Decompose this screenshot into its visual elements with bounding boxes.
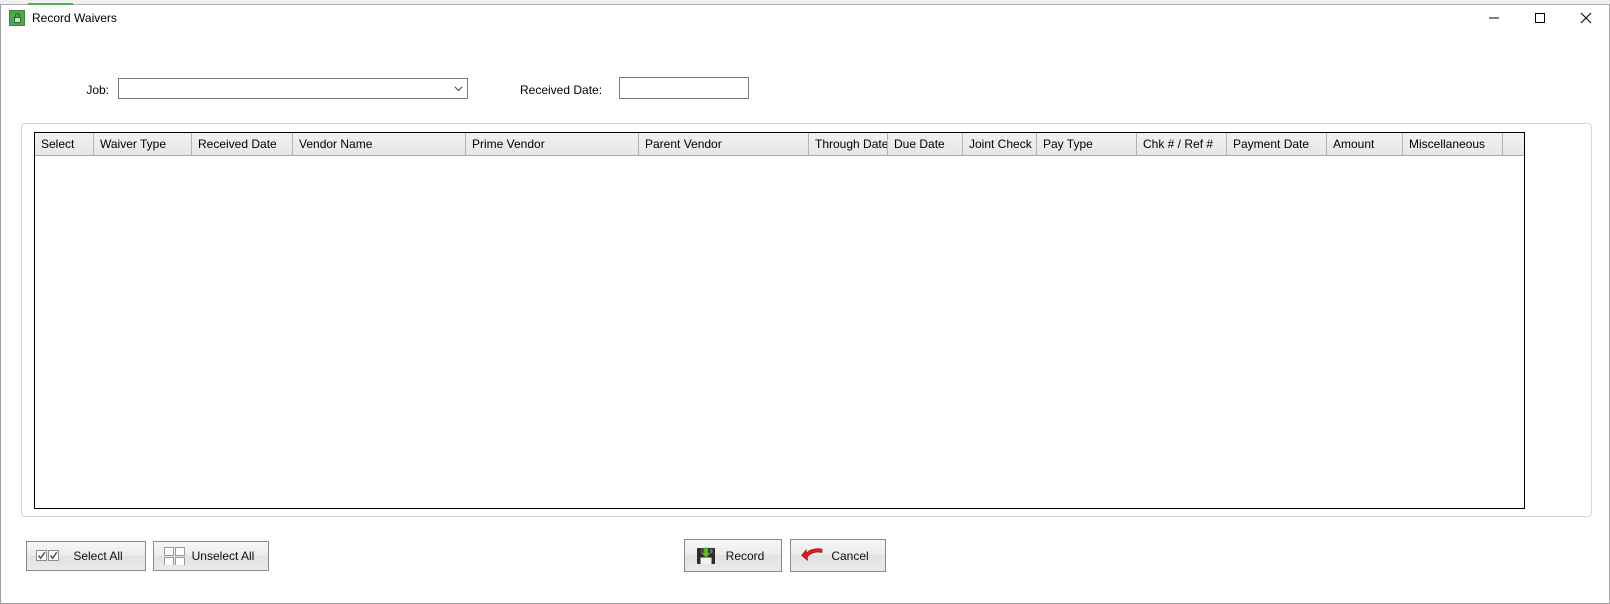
window-controls — [1471, 5, 1609, 31]
window-title: Record Waivers — [32, 11, 117, 25]
record-label: Record — [725, 548, 765, 563]
grid-header-row: Select Waiver Type Received Date Vendor Nam… — [35, 133, 1524, 156]
grid-column-header-due-date[interactable]: Due Date — [888, 133, 963, 155]
grid-column-header-amount[interactable]: Amount — [1327, 133, 1403, 155]
grid-column-header-prime-vendor[interactable]: Prime Vendor — [466, 133, 639, 155]
green-lock-icon — [9, 10, 25, 26]
form-fields: Job: Received Date: — [1, 31, 1609, 101]
red-back-arrow-icon — [799, 547, 825, 565]
grid-column-header-waiver-type[interactable]: Waiver Type — [94, 133, 192, 155]
job-select[interactable] — [118, 78, 468, 99]
minimize-icon — [1489, 17, 1499, 19]
grid-column-header-through-date[interactable]: Through Date — [809, 133, 888, 155]
grid-column-header-payment-date[interactable]: Payment Date — [1227, 133, 1327, 155]
grid-column-header-filler[interactable] — [1503, 133, 1524, 155]
grid-column-header-pay-type[interactable]: Pay Type — [1037, 133, 1137, 155]
unselect-all-label: Unselect All — [191, 549, 255, 563]
waivers-grid-panel: Select Waiver Type Received Date Vendor Nam… — [21, 123, 1592, 517]
chevron-down-icon[interactable] — [450, 79, 467, 98]
maximize-button[interactable] — [1517, 5, 1563, 31]
grid-column-header-vendor-name[interactable]: Vendor Name — [293, 133, 466, 155]
grid-column-header-miscellaneous[interactable]: Miscellaneous — [1403, 133, 1503, 155]
save-floppy-icon — [693, 546, 719, 566]
minimize-button[interactable] — [1471, 5, 1517, 31]
grid-column-header-joint-check[interactable]: Joint Check — [963, 133, 1037, 155]
waivers-data-grid[interactable]: Select Waiver Type Received Date Vendor Nam… — [34, 132, 1525, 509]
grid-column-header-parent-vendor[interactable]: Parent Vendor — [639, 133, 809, 155]
record-waivers-window: Record Waivers Job: Received Date: Selec… — [0, 5, 1610, 604]
grid-body-empty[interactable] — [35, 156, 1524, 508]
received-date-label: Received Date: — [520, 83, 603, 97]
record-button[interactable]: Record — [684, 539, 782, 572]
unselect-all-button[interactable]: Unselect All — [153, 541, 269, 571]
job-label: Job: — [86, 83, 109, 97]
checked-checkboxes-icon — [35, 549, 61, 563]
cancel-button[interactable]: Cancel — [790, 539, 886, 572]
cancel-label: Cancel — [831, 548, 869, 563]
title-bar: Record Waivers — [1, 5, 1609, 31]
received-date-input[interactable] — [619, 77, 749, 99]
grid-column-header-chk-ref[interactable]: Chk # / Ref # — [1137, 133, 1227, 155]
select-all-button[interactable]: Select All — [26, 541, 146, 571]
select-all-label: Select All — [73, 549, 123, 563]
button-bar: Select All Unselect All Record Cancel — [1, 530, 1609, 590]
close-icon — [1580, 12, 1592, 24]
grid-column-header-received-date[interactable]: Received Date — [192, 133, 293, 155]
maximize-icon — [1535, 13, 1545, 23]
lock-body — [14, 17, 21, 23]
close-button[interactable] — [1563, 5, 1609, 31]
grid-column-header-select[interactable]: Select — [35, 133, 94, 155]
empty-checkboxes-icon — [162, 547, 188, 565]
